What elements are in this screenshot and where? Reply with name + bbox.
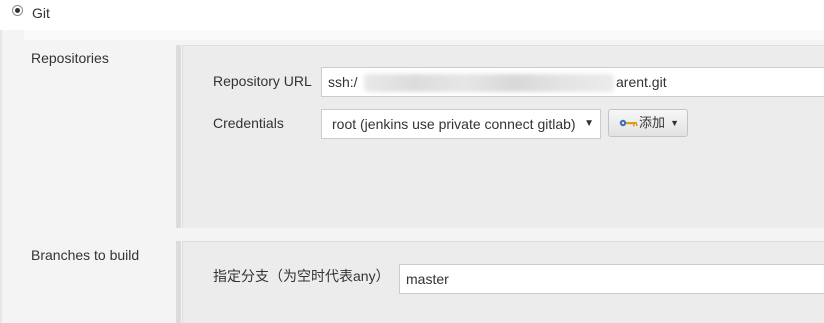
- redacted-url-mask: [364, 74, 614, 92]
- scm-option-row[interactable]: Git: [0, 0, 824, 30]
- add-button-label: 添加: [639, 115, 666, 130]
- branch-specifier-label: 指定分支（为空时代表any）: [213, 268, 390, 284]
- repository-url-prefix: ssh:/: [328, 74, 358, 90]
- panel-left-border: [0, 30, 2, 323]
- panel-top-strip: [24, 30, 824, 40]
- credentials-select[interactable]: root (jenkins use private connect gitlab…: [321, 109, 601, 139]
- repositories-section-label: Repositories: [31, 50, 109, 66]
- credentials-selected-value: root (jenkins use private connect gitlab…: [332, 116, 576, 132]
- repositories-section-bar: [176, 45, 181, 228]
- repository-url-input[interactable]: ssh:/ arent.git: [321, 67, 824, 97]
- scm-option-label: Git: [32, 5, 50, 21]
- add-credentials-button[interactable]: 添加 ▼: [608, 109, 688, 137]
- repository-url-label: Repository URL: [213, 73, 312, 89]
- branches-section-label: Branches to build: [31, 247, 140, 263]
- branch-specifier-input[interactable]: master: [399, 264, 824, 294]
- branch-specifier-value: master: [406, 271, 449, 287]
- radio-selected-icon[interactable]: [12, 5, 23, 16]
- key-icon: [619, 119, 638, 127]
- branches-section-bar: [176, 241, 181, 323]
- git-scm-config: Git Repositories Repository URL ssh:/ ar…: [0, 0, 824, 323]
- credentials-label: Credentials: [213, 115, 284, 131]
- repository-url-suffix: arent.git: [616, 74, 667, 90]
- caret-down-icon: ▼: [670, 118, 679, 128]
- caret-down-icon: ▼: [584, 118, 594, 129]
